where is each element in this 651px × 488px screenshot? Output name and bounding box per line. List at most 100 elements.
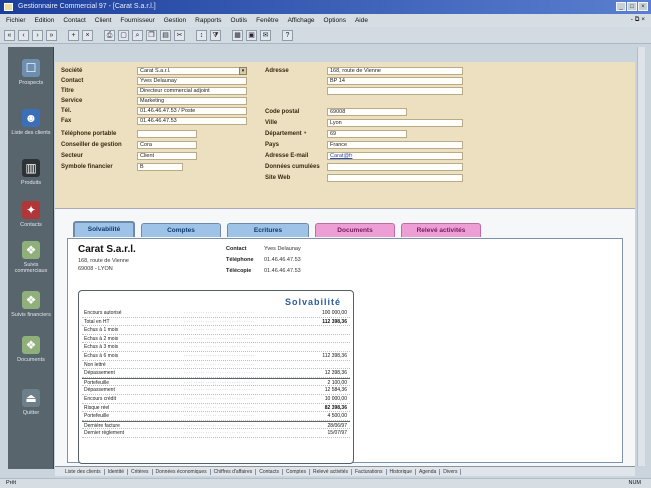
bottom-tab[interactable]: Facturations xyxy=(355,468,387,475)
minimize-button[interactable]: _ xyxy=(616,2,626,11)
label-service: Service xyxy=(61,98,83,104)
fax-field[interactable]: 01.46.46.47.53 xyxy=(137,117,247,125)
label-donnees: Données cumulées xyxy=(265,164,320,170)
row-leader: .............................. xyxy=(184,369,256,376)
menu-edition[interactable]: Edition xyxy=(35,17,55,24)
tel-field[interactable]: 01.46.46.47.53 / Poste xyxy=(137,107,247,115)
menu-gestion[interactable]: Gestion xyxy=(164,17,186,24)
contact-field[interactable]: Yves Delaunay xyxy=(137,77,247,85)
maximize-button[interactable]: □ xyxy=(627,2,637,11)
societe-field[interactable]: Carat S.a.r.l. xyxy=(137,67,247,75)
label-ville: Ville xyxy=(265,120,278,126)
row-label: Dernière facture xyxy=(84,422,120,429)
email-field[interactable]: Carat@fr xyxy=(327,152,463,160)
conseiller-field[interactable]: Cora xyxy=(137,141,197,149)
service-field[interactable]: Marketing xyxy=(137,97,247,105)
menu-client[interactable]: Client xyxy=(95,17,112,24)
tab-releve-activites[interactable]: Relevé activités xyxy=(401,223,481,237)
departement-field[interactable]: 69 xyxy=(327,130,407,138)
label-departement: Département xyxy=(265,131,302,137)
tab-documents[interactable]: Documents xyxy=(315,223,395,237)
menu-contact[interactable]: Contact xyxy=(63,17,85,24)
menu-outils[interactable]: Outils xyxy=(231,17,248,24)
label-adresse: Adresse xyxy=(265,68,289,74)
bottom-tab[interactable]: Chiffres d'affaires xyxy=(214,468,257,475)
adresse2-field[interactable]: BP 14 xyxy=(327,77,463,85)
bottom-tab[interactable]: Identité xyxy=(108,468,128,475)
bottom-tab[interactable]: Contacts xyxy=(259,468,283,475)
menu-fichier[interactable]: Fichier xyxy=(6,17,26,24)
tab-comptes[interactable]: Comptes xyxy=(141,223,221,237)
bottom-tab[interactable]: Agenda xyxy=(419,468,441,475)
bottom-tab[interactable]: Données économiques xyxy=(156,468,211,475)
menu-affichage[interactable]: Affichage xyxy=(288,17,315,24)
print-icon[interactable]: ⎙ xyxy=(104,29,115,41)
sort-icon[interactable]: ↕ xyxy=(196,29,207,41)
previous-record-icon[interactable]: ‹ xyxy=(18,29,29,41)
table-row: Encours crédit..........................… xyxy=(82,395,350,404)
tab-ecritures[interactable]: Ecritures xyxy=(227,223,309,237)
filter-icon[interactable]: ⧩ xyxy=(210,29,221,41)
table-row: Dernière facture........................… xyxy=(82,420,350,430)
mdi-controls[interactable]: - ⧉ × xyxy=(631,16,645,24)
calculator-icon[interactable]: ▦ xyxy=(232,29,243,41)
clients-icon: ☻ xyxy=(22,109,40,127)
help-icon[interactable]: ? xyxy=(282,29,293,41)
sidebar-item-quitter[interactable]: ⏏ Quitter xyxy=(8,385,54,431)
menu-fournisseur[interactable]: Fournisseur xyxy=(120,17,154,24)
menu-options[interactable]: Options xyxy=(324,17,346,24)
row-value: 15/07/97 xyxy=(327,430,347,437)
chevron-down-icon[interactable]: ▾ xyxy=(239,67,247,75)
adresse3-field[interactable] xyxy=(327,87,463,95)
tab-solvabilite[interactable]: Solvabilité xyxy=(73,221,135,237)
first-record-icon[interactable]: « xyxy=(4,29,15,41)
next-record-icon[interactable]: › xyxy=(32,29,43,41)
secteur-field[interactable]: Client xyxy=(137,152,197,160)
menu-fenetre[interactable]: Fenêtre xyxy=(256,17,278,24)
sidebar-item-documents[interactable]: ❖ Documents xyxy=(8,332,54,378)
ville-field[interactable]: Lyon xyxy=(327,119,463,127)
donnees-field[interactable] xyxy=(327,163,463,171)
status-bar: Prêt NUM xyxy=(0,478,651,488)
close-button[interactable]: × xyxy=(638,2,648,11)
last-record-icon[interactable]: » xyxy=(46,29,57,41)
delete-record-icon[interactable]: × xyxy=(82,29,93,41)
portable-field[interactable] xyxy=(137,130,197,138)
titre-field[interactable]: Directeur commercial adjoint xyxy=(137,87,247,95)
preview-icon[interactable]: ▢ xyxy=(118,29,129,41)
copy-icon[interactable]: ❐ xyxy=(146,29,157,41)
exit-icon: ⏏ xyxy=(22,389,40,407)
sidebar-item-clients[interactable]: ☻ Liste des clients xyxy=(8,105,54,151)
code-postal-field[interactable]: 69008 xyxy=(327,108,407,116)
bottom-tab[interactable]: Critères xyxy=(131,468,153,475)
sidebar-item-prospects[interactable]: ☐ Prospects xyxy=(8,55,54,101)
adresse-field[interactable]: 168, route de Vienne xyxy=(327,67,463,75)
calendar-icon[interactable]: ▣ xyxy=(246,29,257,41)
sidebar-item-suivis-commerciaux[interactable]: ❖ Suivis commerciaux xyxy=(8,237,54,283)
symbole-field[interactable]: B xyxy=(137,163,183,171)
site-web-field[interactable] xyxy=(327,174,463,182)
bottom-tab[interactable]: Comptes xyxy=(286,468,310,475)
search-icon[interactable]: ⌕ xyxy=(132,29,143,41)
new-record-icon[interactable]: + xyxy=(68,29,79,41)
client-header-panel: Société Contact Titre Service Tél. Fax T… xyxy=(55,62,635,208)
pays-field[interactable]: France xyxy=(327,141,463,149)
menu-aide[interactable]: Aide xyxy=(355,17,368,24)
row-leader: .............................. xyxy=(184,343,256,350)
sidebar-item-suivis-financiers[interactable]: ❖ Suivis financiers xyxy=(8,287,54,333)
bottom-tab[interactable]: Relevé activités xyxy=(313,468,352,475)
row-leader: .............................. xyxy=(184,403,256,410)
mail-icon[interactable]: ✉ xyxy=(260,29,271,41)
row-leader: .............................. xyxy=(184,394,256,401)
menu-rapports[interactable]: Rapports xyxy=(195,17,221,24)
paste-icon[interactable]: ▤ xyxy=(160,29,171,41)
sidebar-item-produits[interactable]: ▥ Produits xyxy=(8,155,54,201)
bottom-tab[interactable]: Divers xyxy=(443,468,462,475)
vertical-scrollbar[interactable] xyxy=(637,47,645,466)
bottom-tab[interactable]: Historique xyxy=(390,468,417,475)
status-indicator: NUM xyxy=(628,480,641,486)
label-tel: Tél. xyxy=(61,108,72,114)
contacts-icon: ✦ xyxy=(22,201,40,219)
cut-icon[interactable]: ✂ xyxy=(174,29,185,41)
bottom-tab[interactable]: Liste des clients xyxy=(65,468,105,475)
